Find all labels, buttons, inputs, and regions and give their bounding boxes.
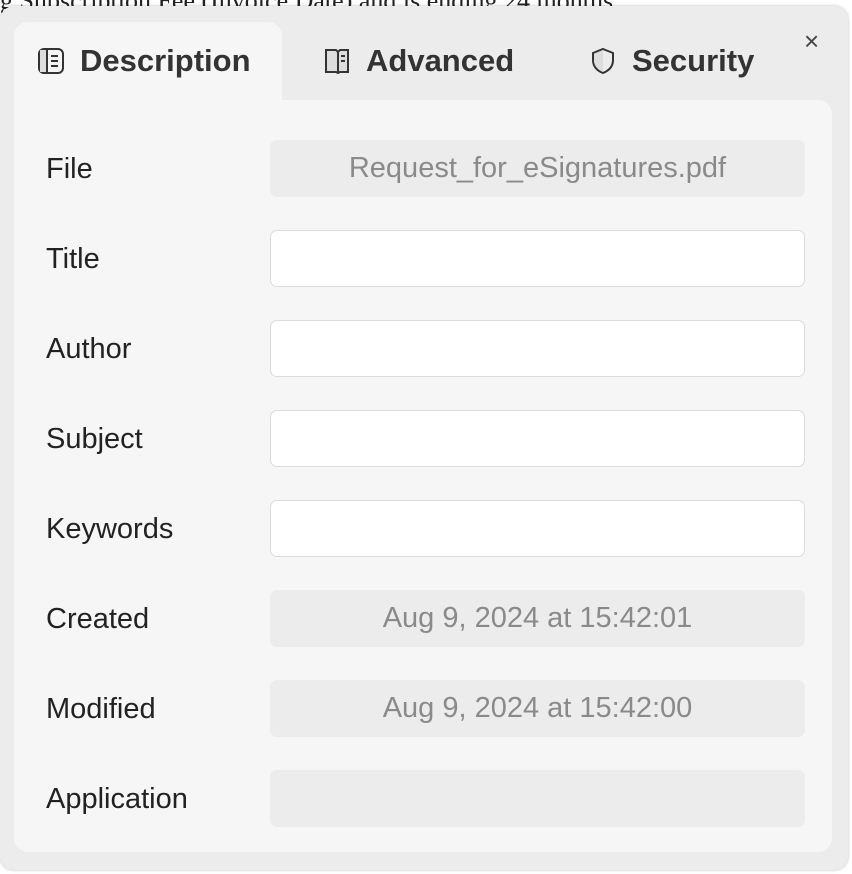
created-row: Created Aug 9, 2024 at 15:42:01 (14, 590, 832, 648)
file-value: Request_for_eSignatures.pdf (270, 140, 805, 197)
description-panel: File Request_for_eSignatures.pdf Title Au… (14, 100, 832, 852)
tab-description[interactable]: Description (14, 22, 282, 100)
application-row: Application (14, 770, 832, 828)
keywords-label: Keywords (46, 513, 174, 545)
author-label: Author (46, 333, 132, 365)
application-value (270, 770, 805, 827)
application-label: Application (46, 783, 188, 815)
document-properties-dialog: Description Advanced Security × File Requ… (0, 6, 848, 870)
modified-value: Aug 9, 2024 at 15:42:00 (270, 680, 805, 737)
close-icon[interactable]: × (804, 26, 819, 57)
book-icon (325, 49, 349, 75)
tab-advanced[interactable]: Advanced (322, 22, 514, 100)
tab-security[interactable]: Security (588, 22, 754, 100)
title-row: Title (14, 230, 832, 288)
subject-input[interactable] (270, 410, 805, 467)
title-input[interactable] (270, 230, 805, 287)
subject-row: Subject (14, 410, 832, 468)
created-value: Aug 9, 2024 at 15:42:01 (270, 590, 805, 647)
shield-icon (592, 47, 614, 75)
author-input[interactable] (270, 320, 805, 377)
modified-label: Modified (46, 693, 156, 725)
title-label: Title (46, 243, 100, 275)
keywords-row: Keywords (14, 500, 832, 558)
tab-label: Security (632, 43, 755, 78)
sidebar-document-icon (38, 48, 64, 74)
tab-label: Description (80, 43, 251, 78)
created-label: Created (46, 603, 150, 635)
file-label: File (46, 153, 93, 185)
subject-label: Subject (46, 423, 143, 455)
author-row: Author (14, 320, 832, 378)
keywords-input[interactable] (270, 500, 805, 557)
modified-row: Modified Aug 9, 2024 at 15:42:00 (14, 680, 832, 738)
file-row: File Request_for_eSignatures.pdf (14, 140, 832, 198)
tab-label: Advanced (366, 43, 515, 78)
